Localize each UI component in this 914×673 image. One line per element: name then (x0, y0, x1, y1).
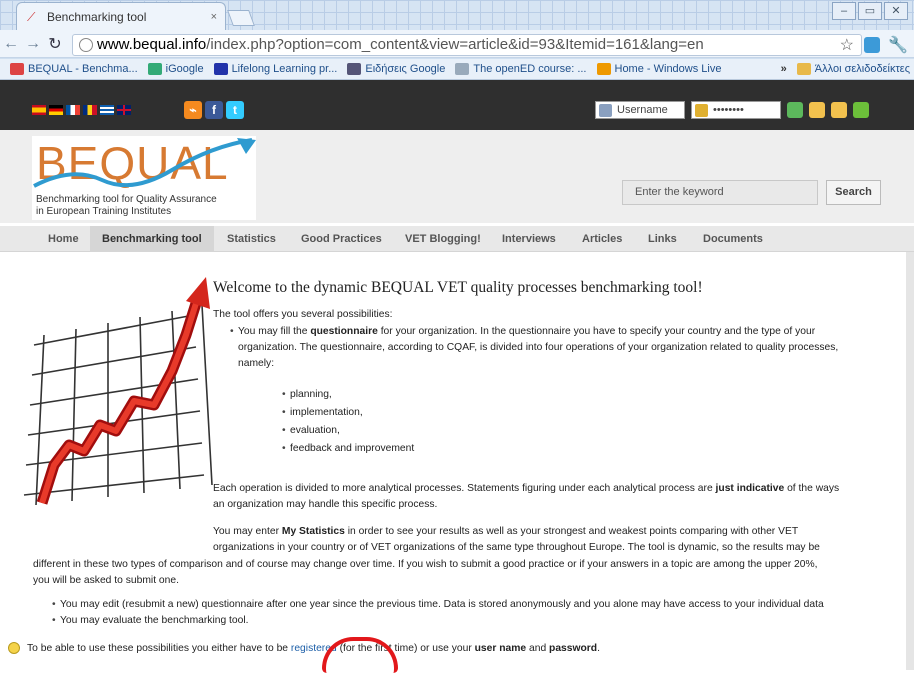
language-flags (32, 105, 131, 115)
menu-item-links[interactable]: Links (636, 226, 689, 252)
bookmark-label: Lifelong Learning pr... (231, 63, 338, 75)
tab-close-icon[interactable]: × (211, 11, 217, 23)
bookmark-item[interactable]: Lifelong Learning pr... (213, 63, 338, 75)
close-window-icon[interactable]: ✕ (884, 2, 908, 20)
flag-greece-icon[interactable] (100, 105, 114, 115)
operations-paragraph: Each operation is divided to more analyt… (213, 483, 840, 510)
bookmark-label: iGoogle (165, 63, 204, 75)
page-info-icon (79, 38, 93, 52)
bookmark-item[interactable]: The openED course: ... (455, 63, 587, 75)
questionnaire-term: questionnaire (310, 326, 378, 337)
tab-title: Benchmarking tool (47, 9, 147, 24)
other-bookmarks[interactable]: Άλλοι σελιδοδείκτες (796, 63, 910, 75)
forgot-username-icon[interactable] (831, 102, 847, 118)
extension-icon[interactable] (864, 37, 880, 53)
menu-item-good-practices[interactable]: Good Practices (289, 226, 394, 252)
login-form: Username •••••••• (595, 101, 869, 119)
login-lock-icon[interactable] (787, 102, 803, 118)
back-icon[interactable]: ← (0, 35, 22, 53)
main-menu: Home Benchmarking tool Statistics Good P… (0, 226, 914, 252)
flag-germany-icon[interactable] (49, 105, 63, 115)
browser-chrome: ⟋ Benchmarking tool × – ▭ ✕ ← → ↻ www.be… (0, 0, 914, 80)
search-button[interactable]: Search (826, 180, 881, 205)
menu-item-benchmarking-tool[interactable]: Benchmarking tool (90, 226, 214, 252)
bookmark-overflow-icon[interactable]: » (781, 63, 787, 75)
flag-spain-icon[interactable] (32, 105, 46, 115)
reload-icon[interactable]: ↻ (44, 34, 66, 54)
intro-text: The tool offers you several possibilitie… (213, 309, 393, 320)
user-icon (599, 103, 612, 117)
minimize-icon[interactable]: – (832, 2, 856, 20)
op-item: implementation, (282, 406, 363, 419)
menu-item-home[interactable]: Home (36, 226, 91, 252)
bullet-questionnaire: You may fill the questionnaire for your … (230, 325, 888, 370)
search-input[interactable]: Enter the keyword (622, 180, 818, 205)
facebook-icon[interactable]: f (205, 101, 223, 119)
registration-note: To be able to use these possibilities yo… (27, 643, 600, 654)
forgot-password-icon[interactable] (809, 102, 825, 118)
growth-chart-illustration (23, 277, 213, 506)
url-domain: www.bequal.info (97, 36, 207, 53)
bullet-evaluate: You may evaluate the benchmarking tool. (52, 614, 249, 627)
bookmark-label: Ειδήσεις Google (365, 63, 446, 75)
tab-favicon-icon: ⟋ (27, 9, 36, 24)
page-title: Welcome to the dynamic BEQUAL VET qualit… (213, 279, 703, 296)
password-value: •••••••• (713, 104, 744, 116)
maximize-icon[interactable]: ▭ (858, 2, 882, 20)
other-bookmarks-label: Άλλοι σελιδοδείκτες (814, 63, 910, 75)
bookmark-label: BEQUAL - Benchma... (28, 63, 138, 75)
flag-romania-icon[interactable] (83, 105, 97, 115)
menu-item-interviews[interactable]: Interviews (490, 226, 568, 252)
bookmark-item[interactable]: Home - Windows Live (596, 63, 722, 75)
op-item: feedback and improvement (282, 442, 414, 455)
address-bar[interactable]: www.bequal.info/index.php?option=com_con… (72, 34, 862, 56)
bookmark-label: The openED course: ... (473, 63, 587, 75)
username-field[interactable]: Username (595, 101, 685, 119)
logo-subtitle-line: Benchmarking tool for Quality Assurance (36, 194, 217, 205)
logo-arrow-icon (33, 138, 256, 188)
statistics-paragraph-cont: different in these two types of comparis… (33, 559, 818, 586)
bookmarks-bar: BEQUAL - Benchma... iGoogle Lifelong Lea… (0, 59, 914, 80)
menu-item-articles[interactable]: Articles (570, 226, 634, 252)
rss-icon[interactable]: ⌁ (184, 101, 202, 119)
menu-item-vet-blogging[interactable]: VET Blogging! (393, 226, 493, 252)
site-logo[interactable]: BEQUAL Benchmarking tool for Quality Ass… (32, 136, 256, 220)
window-controls: – ▭ ✕ (832, 2, 908, 20)
op-item: planning, (282, 388, 332, 401)
url-path: /index.php?option=com_content&view=artic… (206, 36, 704, 53)
bookmark-label: Home - Windows Live (614, 63, 722, 75)
username-placeholder: Username (617, 104, 668, 116)
wrench-icon[interactable]: 🔧 (888, 35, 908, 55)
statistics-paragraph: You may enter My Statistics in order to … (213, 526, 820, 553)
key-icon (695, 103, 708, 117)
social-links: ⌁ f t (184, 101, 244, 119)
my-statistics-term: My Statistics (281, 526, 345, 537)
logo-subtitle-line: in European Training Institutes (36, 206, 172, 217)
register-icon[interactable] (853, 102, 869, 118)
bookmark-item[interactable]: Ειδήσεις Google (347, 63, 445, 75)
menu-item-documents[interactable]: Documents (691, 226, 775, 252)
password-field[interactable]: •••••••• (691, 101, 781, 119)
logo-subtitle: Benchmarking tool for Quality Assurance … (36, 194, 217, 218)
flag-france-icon[interactable] (66, 105, 80, 115)
browser-tab[interactable]: ⟋ Benchmarking tool × (16, 2, 226, 30)
bookmark-star-icon[interactable]: ☆ (840, 35, 854, 55)
menu-item-statistics[interactable]: Statistics (215, 226, 288, 252)
bookmark-item[interactable]: BEQUAL - Benchma... (10, 63, 138, 75)
page-scrollbar[interactable] (906, 252, 914, 670)
lightbulb-icon (8, 642, 20, 654)
twitter-icon[interactable]: t (226, 101, 244, 119)
bookmark-item[interactable]: iGoogle (147, 63, 204, 75)
op-item: evaluation, (282, 424, 340, 437)
flag-uk-icon[interactable] (117, 105, 131, 115)
bullet-edit: You may edit (resubmit a new) questionna… (52, 598, 824, 611)
forward-icon[interactable]: → (22, 35, 44, 53)
